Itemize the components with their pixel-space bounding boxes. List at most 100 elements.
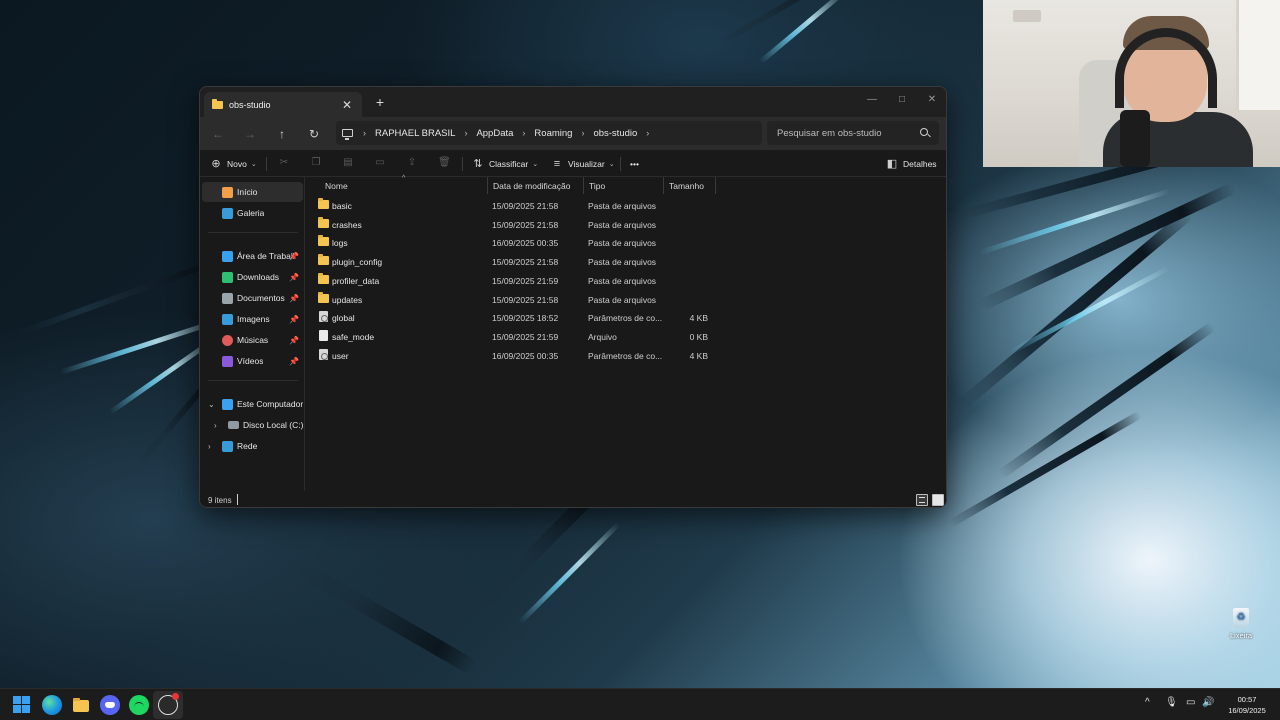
view-button[interactable]: ≡ Visualizar ⌄	[551, 155, 615, 173]
file-row[interactable]: logs 16/09/2025 00:35 Pasta de arquivos	[306, 234, 726, 252]
view-button-label: Visualizar	[568, 159, 605, 169]
chevron-down-icon[interactable]: ⌄	[208, 400, 215, 409]
maximize-button[interactable]: □	[887, 90, 917, 110]
sidebar-item-area-de-trabalho[interactable]: Área de Trabalho 📌	[202, 246, 303, 266]
folder-icon	[318, 216, 329, 228]
chevron-right-icon[interactable]: ›	[646, 128, 649, 138]
large-icons-view-icon[interactable]	[932, 494, 944, 506]
paste-icon[interactable]: ▤	[342, 157, 354, 169]
obs-studio-icon[interactable]	[158, 693, 179, 715]
file-type: Parâmetros de co...	[588, 313, 663, 324]
discord-icon[interactable]	[100, 695, 120, 715]
sidebar-item-musicas[interactable]: Músicas 📌	[202, 330, 303, 350]
more-options-button[interactable]: •••	[630, 155, 639, 173]
sidebar-item-disco-local[interactable]: › Disco Local (C:)	[202, 415, 303, 435]
command-bar: ⊕ Novo ⌄ ✂ ❐ ▤ ▭ ⇪ 🗑 ⇅ Classificar ⌄ ≡ V…	[200, 151, 946, 177]
column-header-size[interactable]: Tamanho	[664, 177, 716, 194]
file-row[interactable]: user 16/09/2025 00:35 Parâmetros de co... 4…	[306, 347, 726, 365]
tab-obs-studio[interactable]: obs-studio ✕	[204, 92, 362, 117]
forward-arrow-icon[interactable]: →	[242, 126, 258, 142]
close-window-button[interactable]: ✕	[917, 90, 946, 110]
up-arrow-icon[interactable]: ↑	[274, 126, 290, 142]
windows-start-icon[interactable]	[12, 695, 32, 715]
volume-icon[interactable]: 🔊	[1202, 697, 1214, 708]
sidebar-item-label: Galeria	[237, 208, 265, 218]
breadcrumb[interactable]: › RAPHAEL BRASIL › AppData › Roaming › o…	[336, 121, 762, 145]
display-tray-icon[interactable]: ▭	[1186, 697, 1195, 708]
back-arrow-icon[interactable]: ←	[210, 126, 226, 142]
file-name: safe_mode	[332, 331, 375, 342]
sort-button[interactable]: ⇅ Classificar ⌄	[472, 155, 538, 173]
file-type: Arquivo	[588, 331, 617, 342]
new-tab-button[interactable]: +	[373, 95, 387, 109]
breadcrumb-raphael-brasil[interactable]: RAPHAEL BRASIL	[375, 128, 455, 139]
desktop-icon	[222, 250, 233, 262]
sidebar-item-imagens[interactable]: Imagens 📌	[202, 309, 303, 329]
file-row[interactable]: global 15/09/2025 18:52 Parâmetros de co..…	[306, 309, 726, 327]
spotify-icon[interactable]	[129, 695, 149, 715]
recycle-bin-shortcut[interactable]: ♻ Lixeira	[1224, 608, 1258, 640]
file-row[interactable]: plugin_config 15/09/2025 21:58 Pasta de ar…	[306, 253, 726, 271]
cut-icon[interactable]: ✂	[278, 157, 290, 169]
file-row[interactable]: updates 15/09/2025 21:58 Pasta de arquivos	[306, 291, 726, 309]
breadcrumb-roaming[interactable]: Roaming	[534, 128, 572, 139]
file-modified-date: 15/09/2025 21:58	[492, 257, 559, 268]
pin-icon[interactable]: 📌	[289, 357, 299, 366]
share-icon[interactable]: ⇪	[406, 157, 418, 169]
pin-icon[interactable]: 📌	[289, 273, 299, 282]
file-row[interactable]: basic 15/09/2025 21:58 Pasta de arquivos	[306, 197, 726, 215]
details-button[interactable]: ◧ Detalhes	[886, 155, 937, 173]
chevron-right-icon[interactable]: ›	[208, 442, 211, 451]
folder-icon	[318, 235, 329, 247]
file-name: crashes	[332, 219, 362, 230]
sidebar-item-documentos[interactable]: Documentos 📌	[202, 288, 303, 308]
this-pc-monitor-icon[interactable]	[342, 129, 353, 140]
search-icon[interactable]	[917, 125, 933, 141]
search-input[interactable]: Pesquisar em obs-studio	[767, 121, 939, 145]
file-explorer-icon[interactable]	[71, 695, 91, 715]
edge-browser-icon[interactable]	[42, 695, 62, 715]
pin-icon[interactable]: 📌	[289, 315, 299, 324]
pin-icon[interactable]: 📌	[289, 336, 299, 345]
breadcrumb-appdata[interactable]: AppData	[476, 128, 513, 139]
taskbar-clock[interactable]: 00:57 16/09/2025	[1222, 694, 1272, 716]
file-size: 4 KB	[689, 350, 708, 361]
chevron-right-icon[interactable]: ›	[464, 128, 467, 138]
details-pane-icon: ◧	[886, 158, 898, 170]
sidebar-item-downloads[interactable]: Downloads 📌	[202, 267, 303, 287]
minimize-button[interactable]: —	[857, 90, 887, 110]
sidebar-item-este-computador[interactable]: ⌄ Este Computador	[202, 394, 303, 414]
chevron-right-icon[interactable]: ›	[363, 128, 366, 138]
status-divider	[237, 494, 238, 505]
pin-icon[interactable]: 📌	[289, 294, 299, 303]
file-row[interactable]: safe_mode 15/09/2025 21:59 Arquivo 0 KB	[306, 328, 726, 346]
details-view-icon[interactable]	[916, 494, 928, 506]
file-row[interactable]: crashes 15/09/2025 21:58 Pasta de arquivos	[306, 216, 726, 234]
tray-overflow-chevron-icon[interactable]: ^	[1145, 697, 1150, 708]
copy-icon[interactable]: ❐	[310, 157, 322, 169]
search-placeholder: Pesquisar em obs-studio	[777, 127, 882, 139]
file-list: Nome Data de modificação Tipo Tamanho ^ …	[306, 175, 946, 491]
breadcrumb-obs-studio[interactable]: obs-studio	[593, 128, 637, 139]
sidebar-item-rede[interactable]: › Rede	[202, 436, 303, 456]
microphone-tray-icon[interactable]: 🎙	[1165, 697, 1178, 708]
pin-icon[interactable]: 📌	[289, 252, 299, 261]
rename-icon[interactable]: ▭	[374, 157, 386, 169]
chevron-right-icon[interactable]: ›	[214, 421, 217, 430]
chevron-right-icon[interactable]: ›	[581, 128, 584, 138]
close-tab-icon[interactable]: ✕	[340, 98, 354, 112]
sidebar-item-videos[interactable]: Vídeos 📌	[202, 351, 303, 371]
sidebar-item-label: Documentos	[237, 293, 285, 303]
file-row[interactable]: profiler_data 15/09/2025 21:59 Pasta de ar…	[306, 272, 726, 290]
sidebar-item-galeria[interactable]: Galeria	[202, 203, 303, 223]
sort-icon: ⇅	[473, 158, 483, 170]
sidebar-item-inicio[interactable]: Início	[202, 182, 303, 202]
column-header-date[interactable]: Data de modificação	[488, 177, 584, 194]
chevron-right-icon[interactable]: ›	[522, 128, 525, 138]
sidebar-item-label: Área de Trabalho	[237, 251, 295, 261]
delete-icon[interactable]: 🗑	[438, 157, 451, 169]
new-button[interactable]: ⊕ Novo ⌄	[210, 155, 256, 173]
taskbar: ^ 🎙 ▭ 🔊 00:57 16/09/2025	[0, 688, 1280, 720]
refresh-icon[interactable]: ↻	[306, 126, 322, 142]
column-header-type[interactable]: Tipo	[584, 177, 664, 194]
